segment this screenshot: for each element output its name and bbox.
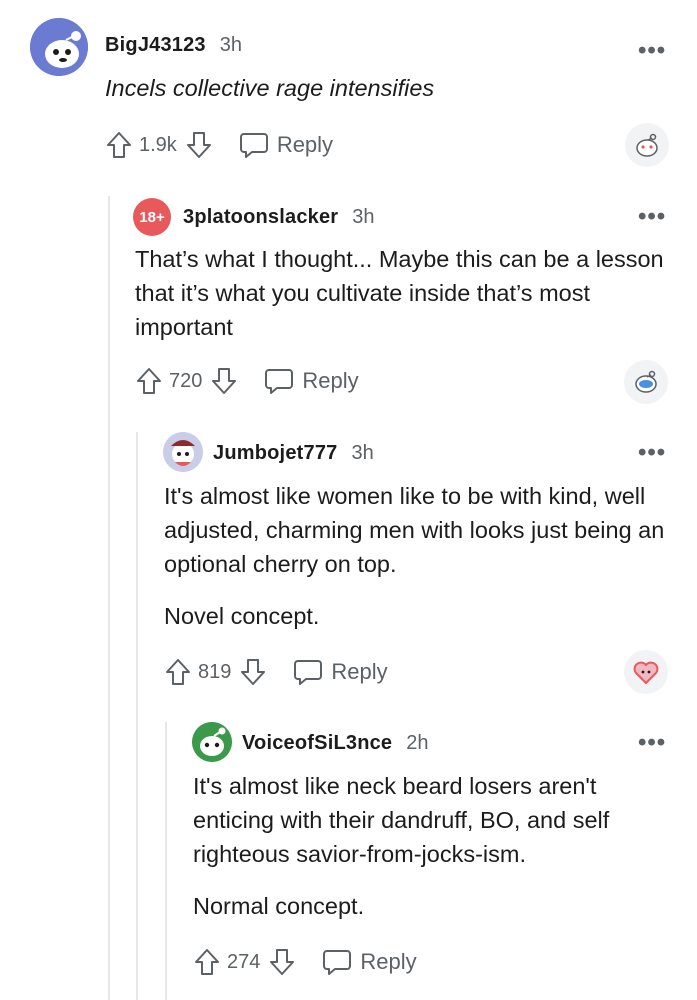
timestamp: 3h	[219, 34, 243, 56]
vote-count: 274	[227, 950, 261, 973]
award-snoo-icon	[636, 133, 658, 157]
comment-body: It's almost like women like to be with k…	[164, 479, 674, 633]
speech-bubble-icon	[293, 658, 323, 686]
speech-bubble-icon	[322, 948, 352, 976]
timestamp: 2h	[406, 732, 429, 754]
upvote-icon[interactable]	[105, 130, 133, 160]
comment-paragraph: It's almost like women like to be with k…	[164, 483, 665, 577]
reply-button[interactable]: Reply	[239, 131, 333, 159]
more-options-icon[interactable]: •••	[638, 205, 666, 229]
comment-paragraph: Novel concept.	[164, 603, 320, 629]
reply-label: Reply	[331, 659, 388, 684]
comment-jumbojet777: Jumbojet777 3h ••• It's almost like wome…	[163, 432, 680, 707]
award-button[interactable]	[625, 123, 669, 167]
user-avatar-icon	[163, 432, 203, 472]
comment-3platoonslacker: 18+ 3platoonslacker 3h ••• That’s what I…	[133, 198, 680, 418]
snoo-avatar-icon	[30, 18, 88, 76]
upvote-icon[interactable]	[164, 657, 192, 687]
username[interactable]: Jumbojet777	[213, 442, 337, 465]
snoo-avatar-icon	[192, 722, 232, 762]
timestamp: 3h	[352, 206, 375, 228]
comment-body: That’s what I thought... Maybe this can …	[135, 242, 675, 344]
award-snoo-icon	[635, 370, 657, 393]
upvote-icon[interactable]	[135, 366, 163, 396]
upvote-icon[interactable]	[193, 947, 221, 977]
heart-award-icon	[633, 661, 659, 684]
downvote-icon[interactable]	[239, 657, 267, 687]
timestamp: 3h	[351, 442, 374, 464]
avatar[interactable]	[163, 432, 203, 472]
thread-line-level-3[interactable]	[165, 722, 167, 1000]
avatar[interactable]: 18+	[133, 198, 171, 236]
comment-paragraph: That’s what I thought... Maybe this can …	[135, 246, 664, 340]
comment-body: It's almost like neck beard losers aren'…	[193, 769, 668, 923]
avatar[interactable]	[192, 722, 232, 762]
thread-line-level-2[interactable]	[136, 432, 138, 1000]
username[interactable]: 3platoonslacker	[183, 206, 338, 229]
award-button[interactable]	[624, 360, 668, 404]
speech-bubble-icon	[264, 367, 294, 395]
downvote-icon[interactable]	[185, 130, 213, 160]
username[interactable]: VoiceofSiL3nce	[242, 732, 392, 755]
nsfw-badge: 18+	[139, 208, 165, 226]
vote-count: 819	[198, 660, 232, 683]
comment-paragraph: It's almost like neck beard losers aren'…	[193, 773, 610, 867]
comment-bigj43123: BigJ43123 3h ••• Incels collective rage …	[30, 18, 680, 178]
reply-button[interactable]: Reply	[293, 658, 388, 686]
reply-label: Reply	[276, 132, 334, 157]
comment-paragraph: Normal concept.	[193, 893, 365, 919]
award-button[interactable]	[624, 650, 668, 694]
reply-button[interactable]: Reply	[322, 948, 417, 976]
thread-line-level-1[interactable]	[108, 196, 110, 1000]
comment-body: Incels collective rage intensifies	[105, 71, 665, 105]
comment-voiceofsil3nce: VoiceofSiL3nce 2h ••• It's almost like n…	[192, 722, 680, 1000]
downvote-icon[interactable]	[210, 366, 238, 396]
speech-bubble-icon	[239, 131, 269, 159]
more-options-icon[interactable]: •••	[638, 39, 666, 63]
comment-paragraph: Incels collective rage intensifies	[105, 75, 435, 101]
avatar[interactable]	[30, 18, 88, 76]
more-options-icon[interactable]: •••	[638, 441, 666, 465]
more-options-icon[interactable]: •••	[638, 731, 666, 755]
vote-count: 720	[169, 369, 203, 392]
vote-count: 1.9k	[139, 133, 177, 156]
downvote-icon[interactable]	[268, 947, 296, 977]
username[interactable]: BigJ43123	[105, 34, 206, 57]
reply-button[interactable]: Reply	[264, 367, 359, 395]
reply-label: Reply	[302, 368, 359, 393]
reply-label: Reply	[360, 949, 417, 974]
